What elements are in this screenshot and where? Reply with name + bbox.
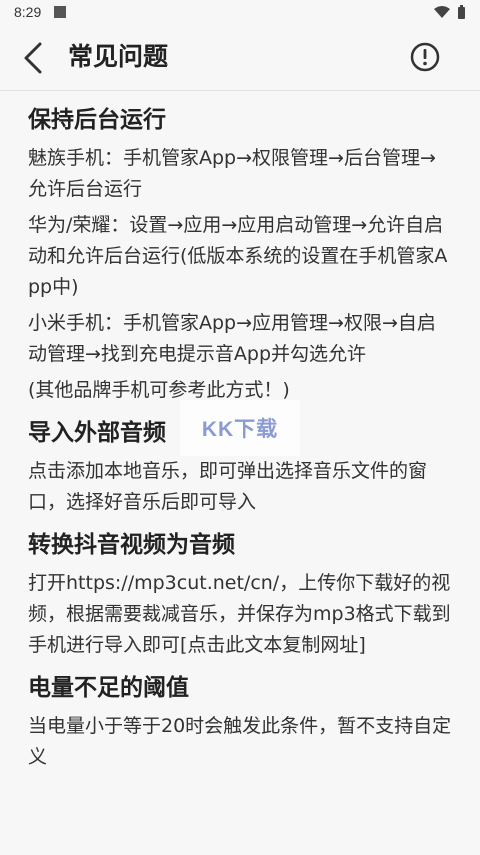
- faq-question: 电量不足的阈值: [28, 675, 189, 701]
- faq-question: 转换抖音视频为音频: [28, 532, 235, 558]
- app-bar: 常见问题: [0, 26, 480, 90]
- chevron-left-icon: [24, 42, 42, 74]
- status-bar: 8:29: [0, 0, 480, 26]
- faq-answer-line: 点击添加本地音乐，即可弹出选择音乐文件的窗口，选择好音乐后即可导入: [28, 460, 428, 513]
- faq-answer-line: 魅族手机：手机管家App→权限管理→后台管理→允许后台运行: [28, 147, 436, 200]
- faq-answer-line: 当电量小于等于20时会触发此条件，暂不支持自定义: [28, 715, 452, 768]
- faq-item-battery-threshold: 电量不足的阈值 当电量小于等于20时会触发此条件，暂不支持自定义: [28, 671, 452, 773]
- faq-answer-line: 小米手机：手机管家App→应用管理→权限→自启动管理→找到充电提示音App并勾选…: [28, 312, 436, 365]
- wifi-icon: [434, 6, 450, 18]
- faq-question: 保持后台运行: [28, 107, 166, 133]
- page-title: 常见问题: [68, 42, 169, 71]
- watermark-logo: KK下载: [180, 400, 300, 456]
- faq-answer: 点击添加本地音乐，即可弹出选择音乐文件的窗口，选择好音乐后即可导入: [28, 456, 452, 518]
- back-button[interactable]: [16, 38, 52, 78]
- faq-item-convert-video: 转换抖音视频为音频 打开https://mp3cut.net/cn/，上传你下载…: [28, 528, 452, 661]
- notification-square-icon: [54, 6, 66, 18]
- faq-answer: 打开https://mp3cut.net/cn/，上传你下载好的视频，根据需要裁…: [28, 568, 452, 661]
- info-button[interactable]: [408, 40, 442, 74]
- faq-content[interactable]: 保持后台运行 魅族手机：手机管家App→权限管理→后台管理→允许后台运行 华为/…: [0, 91, 480, 855]
- faq-answer: 当电量小于等于20时会触发此条件，暂不支持自定义: [28, 711, 452, 773]
- info-circle-icon: [410, 42, 440, 72]
- copy-url-text[interactable]: 打开https://mp3cut.net/cn/，上传你下载好的视频，根据需要裁…: [28, 568, 452, 661]
- faq-answer-line: 华为/荣耀：设置→应用→应用启动管理→允许自启动和允许后台运行(低版本系统的设置…: [28, 214, 448, 298]
- faq-answer: 魅族手机：手机管家App→权限管理→后台管理→允许后台运行 华为/荣耀：设置→应…: [28, 143, 452, 406]
- battery-icon: [458, 5, 465, 19]
- faq-item-background-running: 保持后台运行 魅族手机：手机管家App→权限管理→后台管理→允许后台运行 华为/…: [28, 103, 452, 406]
- status-time: 8:29: [14, 4, 42, 20]
